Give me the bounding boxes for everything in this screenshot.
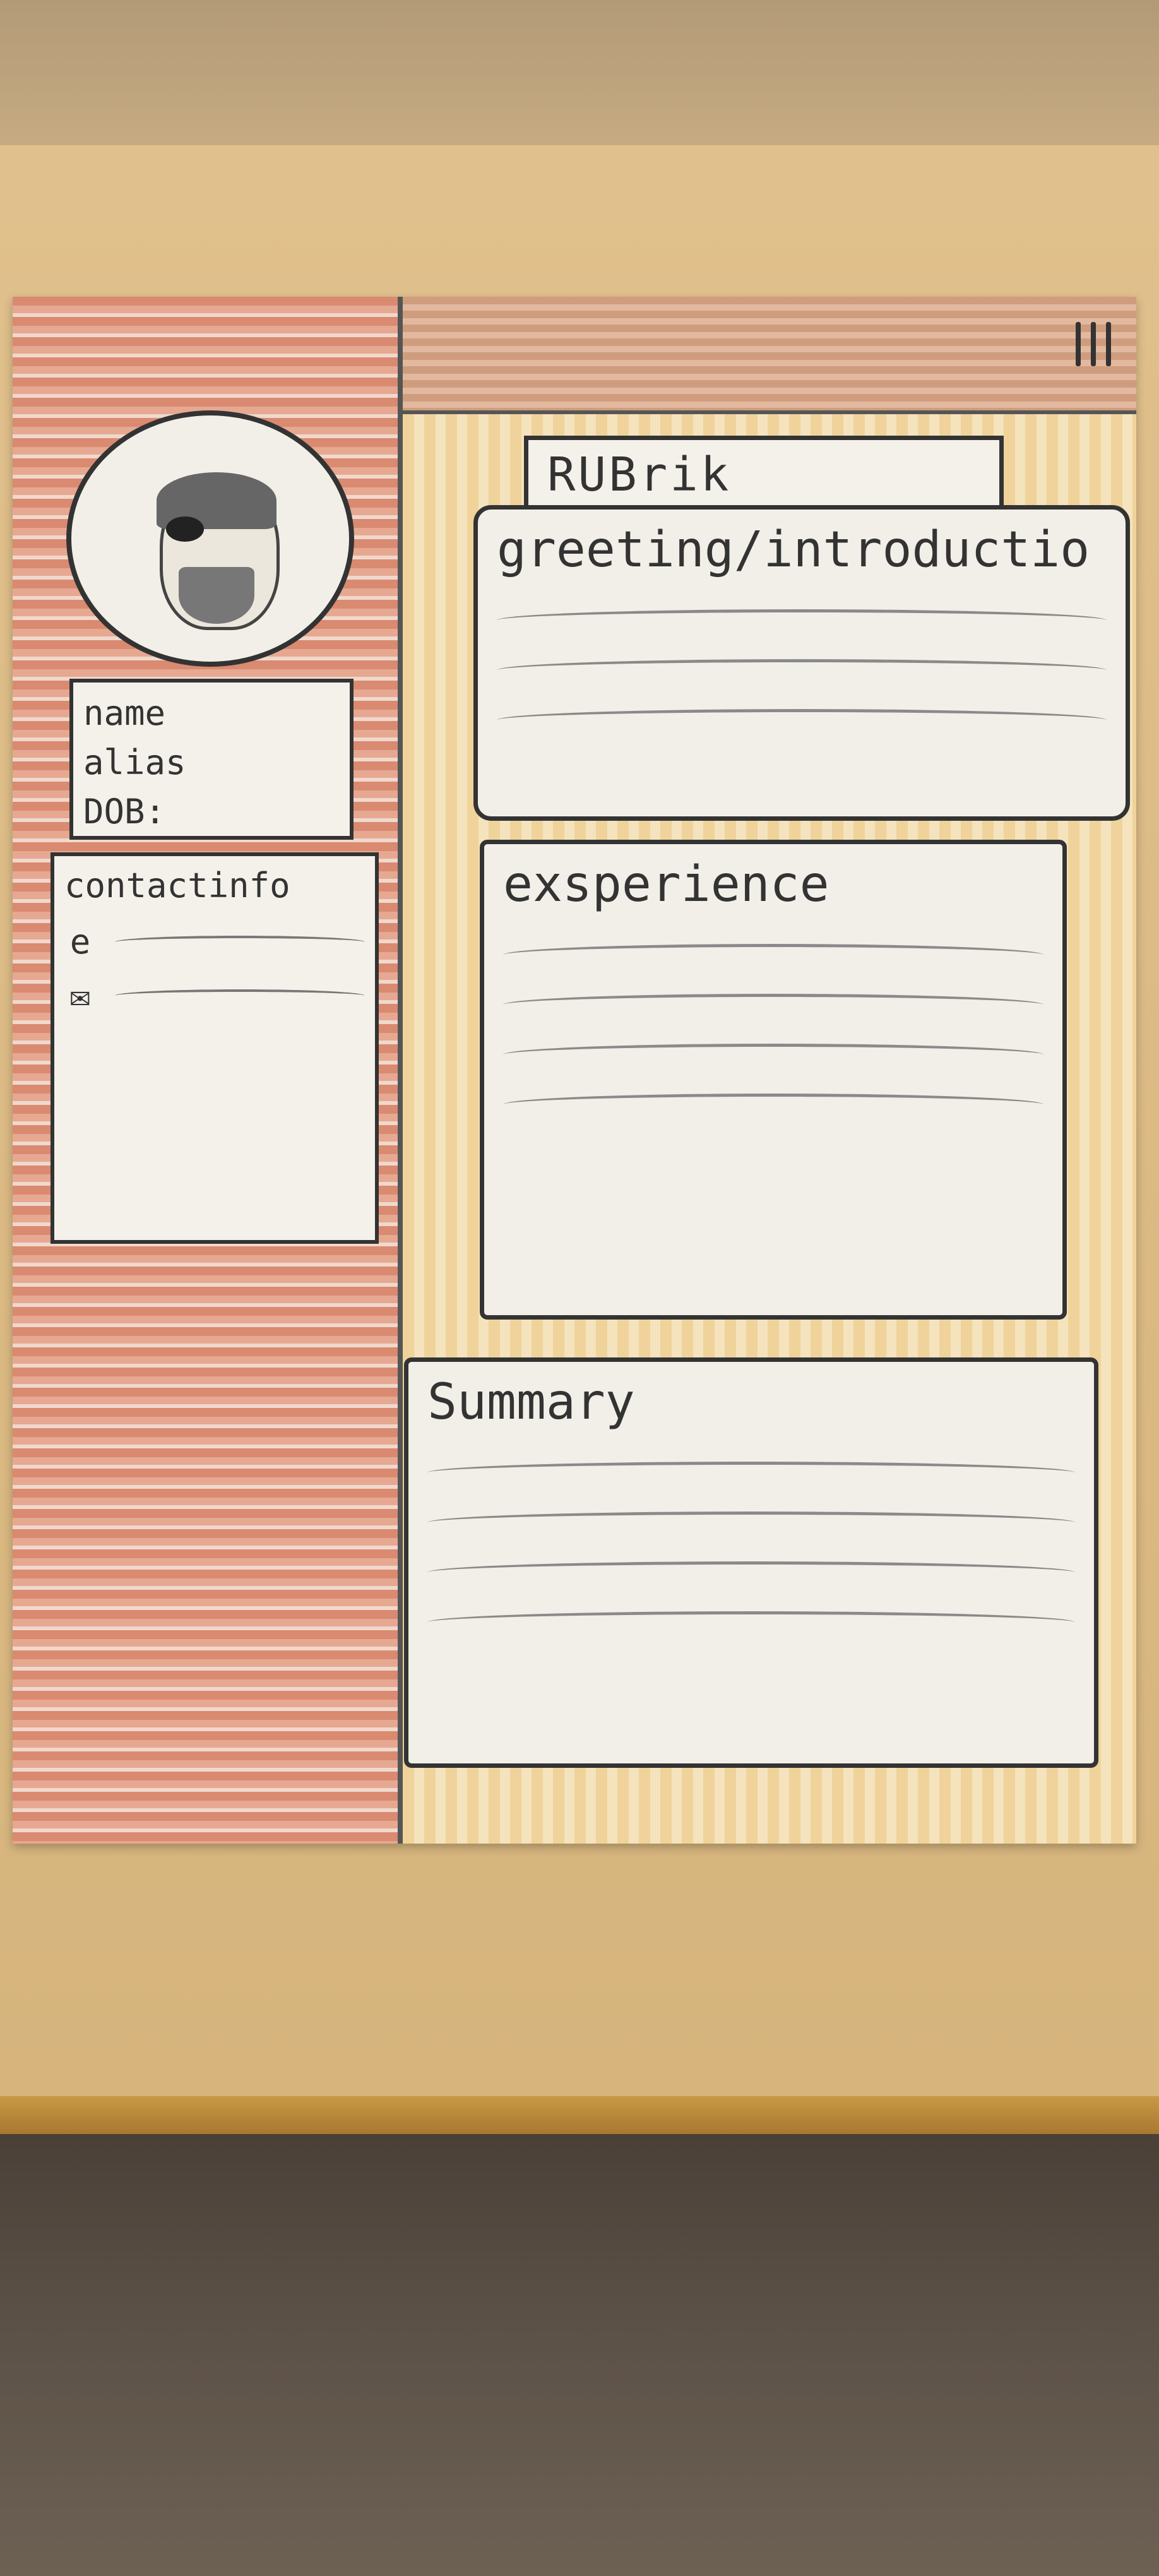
avatar[interactable] — [66, 410, 354, 667]
text-line — [503, 944, 1043, 966]
text-line — [503, 1094, 1043, 1116]
table-edge — [0, 2096, 1159, 2134]
contact-row-email[interactable]: e — [64, 922, 365, 962]
eye-patch-icon — [166, 516, 204, 542]
text-line — [503, 1044, 1043, 1066]
contact-info-title: contactinfo — [64, 866, 290, 905]
experience-title: exsperience — [503, 856, 829, 913]
email-icon: e — [69, 922, 91, 962]
text-line — [503, 994, 1043, 1016]
text-line — [497, 659, 1107, 681]
text-line — [427, 1512, 1075, 1534]
text-line — [427, 1611, 1075, 1633]
contact-value-line — [115, 935, 365, 948]
header-bar — [403, 297, 1136, 414]
hamburger-menu-icon[interactable] — [1054, 322, 1111, 366]
text-line — [427, 1561, 1075, 1583]
beard-icon — [179, 567, 254, 624]
contact-row-mail[interactable]: ✉ — [64, 975, 365, 1015]
alias-label: alias — [83, 742, 186, 782]
text-line — [497, 609, 1107, 631]
summary-title: Summary — [427, 1374, 635, 1431]
background-wall — [0, 0, 1159, 145]
text-line — [427, 1462, 1075, 1484]
summary-card: Summary — [404, 1357, 1098, 1768]
floor-background — [0, 2134, 1159, 2576]
greeting-introduction-card: greeting/introductio — [473, 505, 1130, 821]
greeting-introduction-title: greeting/introductio — [497, 522, 1090, 578]
text-line — [497, 709, 1107, 731]
contact-value-line — [115, 989, 365, 1002]
name-label: name — [83, 693, 166, 733]
profile-info-box: name alias DOB: — [69, 679, 354, 840]
mail-icon: ✉ — [69, 975, 91, 1015]
paper-sketch: name alias DOB: contactinfo e ✉ RUBrik g… — [13, 297, 1136, 1844]
contact-info-box: contactinfo e ✉ — [51, 852, 379, 1244]
dob-label: DOB: — [83, 792, 166, 832]
sidebar: name alias DOB: contactinfo e ✉ — [13, 297, 403, 1844]
experience-card: exsperience — [480, 840, 1067, 1320]
